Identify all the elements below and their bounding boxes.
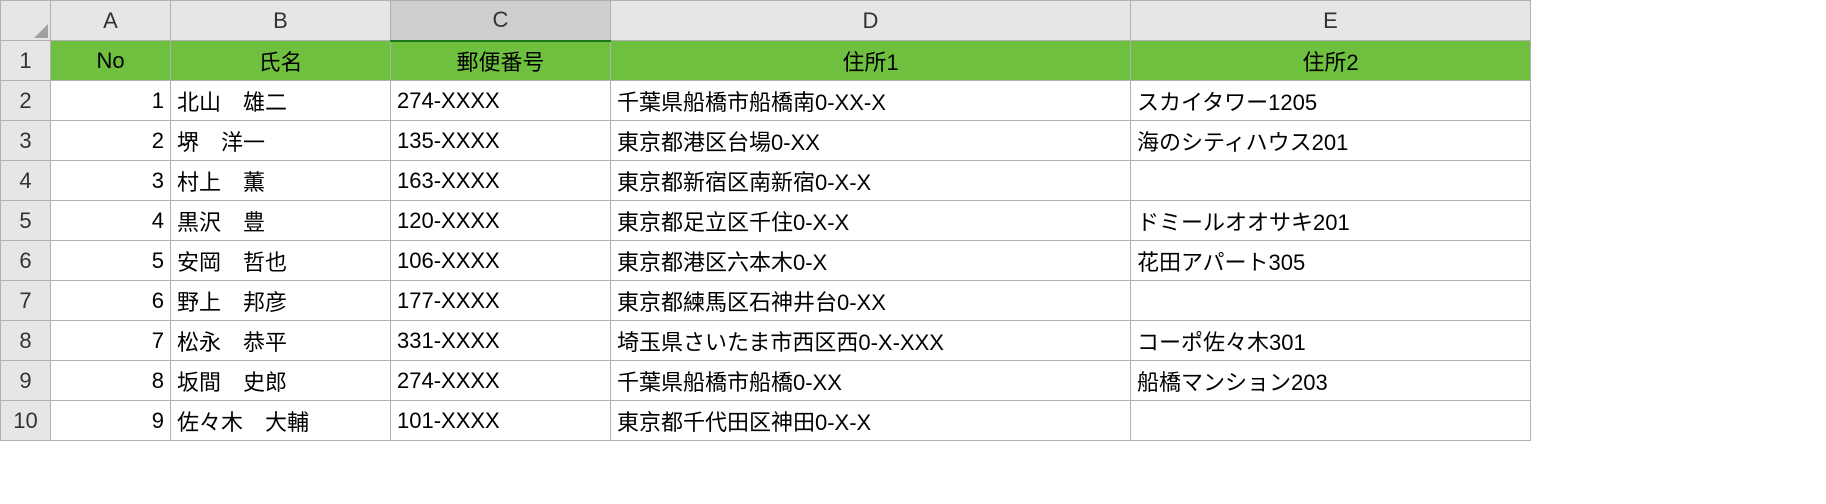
cell-no[interactable]: 3 <box>51 161 171 201</box>
col-header-E[interactable]: E <box>1131 1 1531 41</box>
table-row: 5 4 黒沢 豊 120-XXXX 東京都足立区千住0-X-X ドミールオオサキ… <box>1 201 1531 241</box>
cell-no[interactable]: 2 <box>51 121 171 161</box>
cell-addr2[interactable] <box>1131 401 1531 441</box>
header-zip[interactable]: 郵便番号 <box>391 41 611 81</box>
table-row: 3 2 堺 洋一 135-XXXX 東京都港区台場0-XX 海のシティハウス20… <box>1 121 1531 161</box>
row-header-10[interactable]: 10 <box>1 401 51 441</box>
cell-no[interactable]: 8 <box>51 361 171 401</box>
header-addr1[interactable]: 住所1 <box>611 41 1131 81</box>
cell-name[interactable]: 野上 邦彦 <box>171 281 391 321</box>
cell-zip[interactable]: 163-XXXX <box>391 161 611 201</box>
row-header-5[interactable]: 5 <box>1 201 51 241</box>
col-header-A[interactable]: A <box>51 1 171 41</box>
header-addr2[interactable]: 住所2 <box>1131 41 1531 81</box>
cell-addr1[interactable]: 東京都練馬区石神井台0-XX <box>611 281 1131 321</box>
cell-addr2[interactable]: 船橋マンション203 <box>1131 361 1531 401</box>
cell-zip[interactable]: 177-XXXX <box>391 281 611 321</box>
spreadsheet-grid[interactable]: A B C D E 1 No 氏名 郵便番号 住所1 住所2 2 1 北山 雄二… <box>0 0 1531 441</box>
cell-name[interactable]: 松永 恭平 <box>171 321 391 361</box>
table-row: 10 9 佐々木 大輔 101-XXXX 東京都千代田区神田0-X-X <box>1 401 1531 441</box>
cell-addr1[interactable]: 千葉県船橋市船橋南0-XX-X <box>611 81 1131 121</box>
cell-addr2[interactable]: スカイタワー1205 <box>1131 81 1531 121</box>
cell-addr2[interactable]: ドミールオオサキ201 <box>1131 201 1531 241</box>
table-row: 6 5 安岡 哲也 106-XXXX 東京都港区六本木0-X 花田アパート305 <box>1 241 1531 281</box>
row-header-9[interactable]: 9 <box>1 361 51 401</box>
cell-name[interactable]: 佐々木 大輔 <box>171 401 391 441</box>
row-header-2[interactable]: 2 <box>1 81 51 121</box>
select-all-corner[interactable] <box>1 1 51 41</box>
header-no[interactable]: No <box>51 41 171 81</box>
col-header-D[interactable]: D <box>611 1 1131 41</box>
cell-addr1[interactable]: 東京都足立区千住0-X-X <box>611 201 1131 241</box>
col-header-B[interactable]: B <box>171 1 391 41</box>
cell-name[interactable]: 北山 雄二 <box>171 81 391 121</box>
row-header-8[interactable]: 8 <box>1 321 51 361</box>
cell-addr2[interactable] <box>1131 281 1531 321</box>
cell-zip[interactable]: 135-XXXX <box>391 121 611 161</box>
cell-zip[interactable]: 101-XXXX <box>391 401 611 441</box>
table-row: 2 1 北山 雄二 274-XXXX 千葉県船橋市船橋南0-XX-X スカイタワ… <box>1 81 1531 121</box>
row-header-6[interactable]: 6 <box>1 241 51 281</box>
table-row: 7 6 野上 邦彦 177-XXXX 東京都練馬区石神井台0-XX <box>1 281 1531 321</box>
row-header-3[interactable]: 3 <box>1 121 51 161</box>
cell-addr2[interactable]: 海のシティハウス201 <box>1131 121 1531 161</box>
col-header-C[interactable]: C <box>391 1 611 41</box>
cell-name[interactable]: 堺 洋一 <box>171 121 391 161</box>
cell-addr2[interactable]: 花田アパート305 <box>1131 241 1531 281</box>
table-row: 4 3 村上 薫 163-XXXX 東京都新宿区南新宿0-X-X <box>1 161 1531 201</box>
cell-name[interactable]: 村上 薫 <box>171 161 391 201</box>
cell-no[interactable]: 9 <box>51 401 171 441</box>
cell-no[interactable]: 5 <box>51 241 171 281</box>
table-row: 9 8 坂間 史郎 274-XXXX 千葉県船橋市船橋0-XX 船橋マンション2… <box>1 361 1531 401</box>
table-row: 8 7 松永 恭平 331-XXXX 埼玉県さいたま市西区西0-X-XXX コー… <box>1 321 1531 361</box>
cell-no[interactable]: 7 <box>51 321 171 361</box>
cell-zip[interactable]: 331-XXXX <box>391 321 611 361</box>
cell-name[interactable]: 坂間 史郎 <box>171 361 391 401</box>
cell-name[interactable]: 黒沢 豊 <box>171 201 391 241</box>
cell-no[interactable]: 1 <box>51 81 171 121</box>
cell-zip[interactable]: 106-XXXX <box>391 241 611 281</box>
cell-addr1[interactable]: 埼玉県さいたま市西区西0-X-XXX <box>611 321 1131 361</box>
cell-addr1[interactable]: 千葉県船橋市船橋0-XX <box>611 361 1131 401</box>
row-header-1[interactable]: 1 <box>1 41 51 81</box>
cell-addr1[interactable]: 東京都港区六本木0-X <box>611 241 1131 281</box>
cell-addr2[interactable]: コーポ佐々木301 <box>1131 321 1531 361</box>
cell-zip[interactable]: 274-XXXX <box>391 81 611 121</box>
cell-name[interactable]: 安岡 哲也 <box>171 241 391 281</box>
cell-no[interactable]: 4 <box>51 201 171 241</box>
row-header-7[interactable]: 7 <box>1 281 51 321</box>
cell-zip[interactable]: 274-XXXX <box>391 361 611 401</box>
cell-addr1[interactable]: 東京都港区台場0-XX <box>611 121 1131 161</box>
cell-zip[interactable]: 120-XXXX <box>391 201 611 241</box>
cell-no[interactable]: 6 <box>51 281 171 321</box>
cell-addr1[interactable]: 東京都新宿区南新宿0-X-X <box>611 161 1131 201</box>
cell-addr2[interactable] <box>1131 161 1531 201</box>
cell-addr1[interactable]: 東京都千代田区神田0-X-X <box>611 401 1131 441</box>
header-name[interactable]: 氏名 <box>171 41 391 81</box>
row-header-4[interactable]: 4 <box>1 161 51 201</box>
